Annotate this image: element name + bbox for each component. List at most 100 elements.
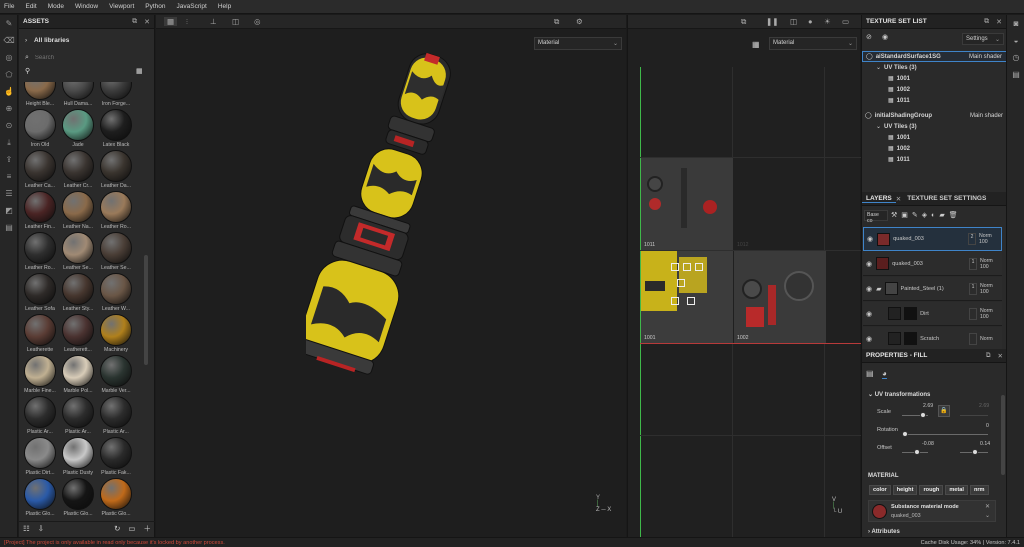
asset-item[interactable]: Plastic Dirt... [21,437,59,478]
shelf-icon[interactable]: ◙ [1007,15,1024,32]
fill-properties-tab-icon[interactable]: ▤ [866,369,874,378]
breadcrumb[interactable]: › All libraries [25,37,69,44]
properties-scrollbar[interactable] [1001,395,1005,475]
menu-item-mode[interactable]: Mode [48,3,64,10]
asset-item[interactable]: Leather Sofa [21,273,59,314]
asset-item[interactable]: Leather W... [97,273,135,314]
layer-row[interactable]: ◉ Scratch Norm [863,327,1002,351]
menu-item-edit[interactable]: Edit [25,3,36,10]
asset-item[interactable]: Leather Sty... [59,273,97,314]
display-icon[interactable]: ◒ [1007,32,1024,49]
asset-item[interactable]: Plastic Ar... [97,396,135,437]
asset-item[interactable]: Hull Dama... [59,82,97,109]
close-icon[interactable]: ✕ [998,352,1003,360]
asset-item[interactable]: Leatherett... [59,314,97,355]
eye-icon[interactable]: ◉ [866,260,872,268]
detach-icon[interactable]: ⧉ [986,352,991,360]
sun-icon[interactable]: ☀ [824,17,831,26]
offset-slider-v-knob[interactable] [972,449,978,455]
blend-mode[interactable]: Norm [980,336,1002,342]
smudge-icon[interactable]: ☝ [0,83,18,100]
projection-icon[interactable]: ◎ [0,49,18,66]
asset-item[interactable]: Leather Ca... [21,150,59,191]
asset-item[interactable]: Leather Da... [97,150,135,191]
screenshot-icon[interactable]: ⧉ [741,17,746,27]
menu-item-file[interactable]: File [4,3,14,10]
search-box[interactable]: ⌕ [25,52,149,63]
viewport-2d[interactable]: ⧉ ❚❚ ◫ ● ☀ ▭ ▦ Material ⌄ 1011 1012 1001… [627,15,861,537]
menu-item-python[interactable]: Python [145,3,165,10]
measure-icon[interactable]: ≡ [0,168,18,185]
filter-icon[interactable]: ⚲ [25,67,30,75]
add-icon[interactable]: ＋ [144,523,152,534]
split-view-icon[interactable]: ⫶ [186,17,188,27]
eye-icon[interactable]: ◉ [882,33,888,41]
layer-opacity[interactable]: 100 [980,314,1002,320]
asset-item[interactable]: Plastic Fak... [97,437,135,478]
asset-item[interactable]: Leather Ro... [21,232,59,273]
layer-stack-icon[interactable]: ☰ [0,185,18,202]
layout-grid-icon[interactable]: ▦ [164,17,178,26]
tab-layers[interactable]: LAYERS [862,195,896,203]
viewport-3d[interactable]: ▦ ⫶ ⊥ ◫ ◎ ⧉ ⚙ Material ⌄ Y │ Z ─ X [156,15,626,537]
pause-icon[interactable]: ❚❚ [766,17,779,26]
substance-material-mode[interactable]: Substance material mode quaked_003 ✕ ⌄ [868,500,996,522]
close-icon[interactable]: ✕ [144,18,150,26]
bake-icon[interactable]: ⤓ [0,134,18,151]
eraser-icon[interactable]: ⌫ [0,32,18,49]
material-tab-icon[interactable]: ◕ [882,369,887,379]
channel-chip-metal[interactable]: metal [945,485,968,495]
history-icon[interactable]: ◷ [1007,49,1024,66]
radio-icon[interactable]: ◯ [866,53,873,60]
add-folder-icon[interactable]: ▰ [939,211,944,219]
menu-item-window[interactable]: Window [75,3,98,10]
picker-icon[interactable]: ⊙ [0,117,18,134]
add-paint-layer-icon[interactable]: ✎ [912,211,918,219]
detach-icon[interactable]: ⧉ [984,18,989,26]
uv-tiles-row[interactable]: ⌄ UV Tiles (3) [862,62,1007,73]
texture-set-settings-select[interactable]: Settings ⌄ [962,33,1004,45]
asset-item[interactable]: Leather Se... [97,232,135,273]
layer-opacity[interactable]: 100 [980,264,1002,270]
asset-item[interactable]: Leather Cr... [59,150,97,191]
uv-tile-row[interactable]: ▦ 1011 [862,154,1007,165]
viewport-3d-mode-select[interactable]: Material ⌄ [534,37,622,50]
layer-row[interactable]: ◉ quaked_003 1 Norm 100 [863,252,1002,276]
asset-item[interactable]: Latex Black [97,109,135,150]
scale-slider-knob[interactable] [920,412,926,418]
uv-tile-row[interactable]: ▦ 1002 [862,143,1007,154]
add-fill-layer-icon[interactable]: ◈ [922,211,927,219]
asset-item[interactable]: Leather Fin... [21,191,59,232]
eye-icon[interactable]: ◉ [866,285,872,293]
snapshot-icon[interactable]: ◎ [254,17,261,26]
mask-icon[interactable]: ◩ [0,202,18,219]
display-settings-icon[interactable]: ▭ [842,17,849,26]
eye-icon[interactable]: ◉ [866,335,872,343]
camera-icon[interactable]: ◫ [232,17,239,26]
uv-tile-row[interactable]: ▦ 1002 [862,84,1007,95]
list-view-icon[interactable]: ☷ [23,524,30,533]
close-icon[interactable]: ✕ [896,195,901,203]
channel-chip-rough[interactable]: rough [919,485,944,495]
asset-item[interactable]: Plastic Glo... [97,478,135,519]
uv-tiles-row[interactable]: ⌄ UV Tiles (3) [862,121,1007,132]
asset-item[interactable]: Iron Old [21,109,59,150]
attributes-section[interactable]: › Attributes [868,529,900,535]
camera-icon[interactable]: ◫ [790,17,797,26]
close-icon[interactable]: ✕ [996,18,1002,26]
symmetry-icon[interactable]: ⊥ [210,17,217,26]
viewport-2d-mode-select[interactable]: Material ⌄ [769,37,857,50]
layer-opacity[interactable]: 100 [980,289,1002,295]
asset-item[interactable]: Marble Ver... [97,355,135,396]
asset-item[interactable]: Machinery [97,314,135,355]
menu-item-viewport[interactable]: Viewport [109,3,134,10]
layer-row[interactable]: ◉ ▰ Painted_Steel (1) 1 Norm 100 [863,277,1002,301]
uv-tile-row[interactable]: ▦ 1001 [862,132,1007,143]
refresh-icon[interactable]: ↻ [114,524,120,533]
menu-item-help[interactable]: Help [218,3,231,10]
channel-chip-nrm[interactable]: nrm [969,485,989,495]
environment-icon[interactable]: ● [808,17,813,26]
clone-icon[interactable]: ⊕ [0,100,18,117]
close-icon[interactable]: ✕ [985,503,990,510]
tab-texture-set-settings[interactable]: TEXTURE SET SETTINGS [907,195,986,202]
